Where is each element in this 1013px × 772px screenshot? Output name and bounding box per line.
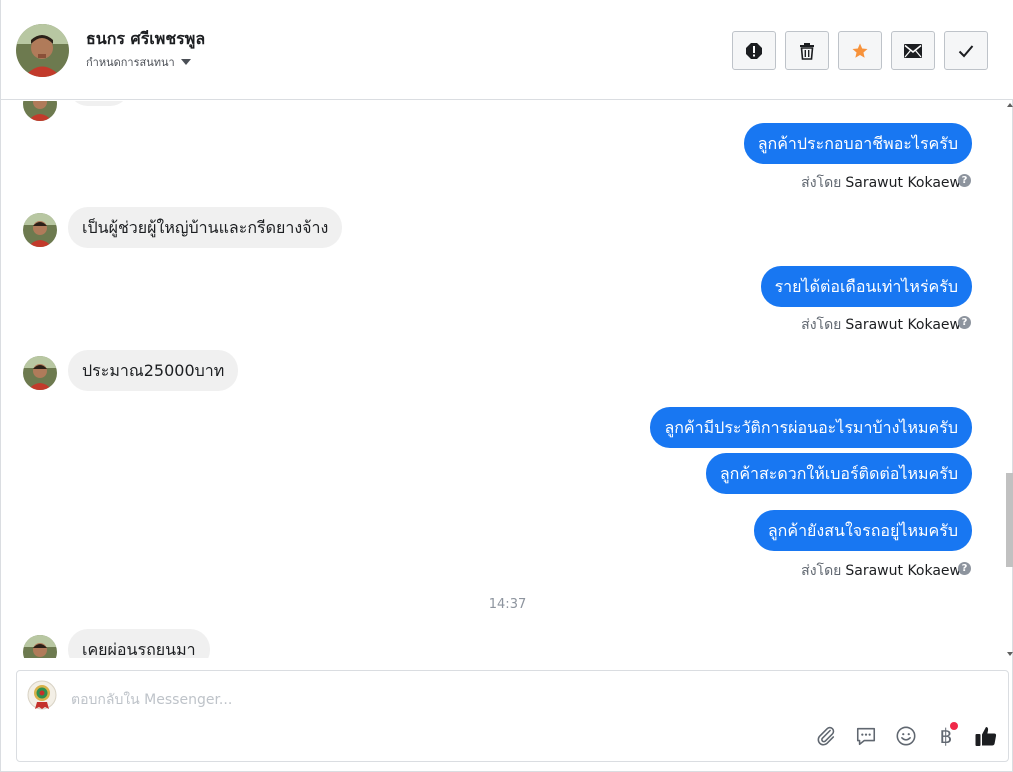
message-thread: ลูกค้าประกอบอาชีพอะไรครับ ส่งโดย Sarawut… [1, 101, 1004, 658]
emoji-icon [896, 726, 916, 746]
alert-icon [746, 42, 762, 59]
sender-name: Sarawut Kokaew [845, 317, 961, 333]
scrollbar-thumb[interactable] [1006, 473, 1013, 567]
star-icon [852, 43, 868, 58]
sent-by-prefix: ส่งโดย [801, 317, 842, 333]
help-icon[interactable]: ? [958, 174, 971, 187]
emoji-button[interactable] [894, 724, 918, 748]
scroll-up-arrow[interactable] [1007, 103, 1013, 107]
assign-label: กำหนดการสนทนา [86, 56, 175, 69]
trash-icon [800, 42, 814, 60]
sent-by-label: ส่งโดย Sarawut Kokaew [801, 560, 961, 582]
contact-message-avatar [23, 356, 57, 390]
contact-message-avatar [23, 213, 57, 247]
paperclip-icon [817, 726, 835, 746]
incoming-message-bubble [68, 101, 130, 106]
sent-by-label: ส่งโดย Sarawut Kokaew [801, 314, 961, 336]
mark-unread-button[interactable] [891, 31, 935, 70]
incoming-message-bubble: เคยผ่อนรถยนมา [68, 629, 210, 658]
check-icon [958, 44, 974, 57]
payment-button[interactable]: ฿ [934, 722, 958, 748]
assign-conversation-dropdown[interactable]: กำหนดการสนทนา [86, 53, 191, 71]
contact-avatar[interactable] [16, 24, 69, 77]
saved-replies-button[interactable] [854, 724, 878, 748]
incoming-message-bubble: เป็นผู้ช่วยผู้ใหญ่บ้านและกรีดยางจ้าง [68, 207, 343, 248]
like-button[interactable] [974, 724, 998, 748]
like-icon [975, 727, 997, 746]
scroll-down-arrow[interactable] [1007, 652, 1013, 656]
saved-reply-icon [856, 727, 876, 746]
chevron-down-icon [180, 59, 191, 65]
sender-name: Sarawut Kokaew [845, 175, 961, 191]
help-icon[interactable]: ? [958, 316, 971, 329]
composer-toolbar: ฿ [814, 722, 998, 748]
outgoing-message-bubble: ลูกค้าสะดวกให้เบอร์ติดต่อไหมครับ [705, 453, 972, 494]
timestamp-separator: 14:37 [488, 597, 527, 612]
outgoing-message-bubble: ลูกค้ายังสนใจรถอยู่ไหมครับ [753, 510, 972, 551]
outgoing-message-bubble: ลูกค้าประกอบอาชีพอะไรครับ [743, 123, 972, 164]
contact-message-avatar [23, 635, 57, 658]
conversation-header: ธนกร ศรีเพชรพูล กำหนดการสนทนา [1, 0, 1013, 100]
notification-dot [950, 722, 958, 730]
attach-button[interactable] [814, 724, 838, 748]
incoming-message-bubble: ประมาณ25000บาท [68, 350, 239, 391]
delete-button[interactable] [785, 31, 829, 70]
page-avatar [27, 680, 57, 710]
outgoing-message-bubble: รายได้ต่อเดือนเท่าไหร่ครับ [760, 266, 972, 307]
reply-composer[interactable]: ตอบกลับใน Messenger... ฿ [16, 670, 1009, 762]
mark-done-button[interactable] [944, 31, 988, 70]
sent-by-prefix: ส่งโดย [801, 175, 842, 191]
inbox-conversation-window: ธนกร ศรีเพชรพูล กำหนดการสนทนา ลูกค้าประก… [0, 0, 1013, 772]
help-icon[interactable]: ? [958, 562, 971, 575]
sent-by-label: ส่งโดย Sarawut Kokaew [801, 172, 961, 194]
reply-input[interactable]: ตอบกลับใน Messenger... [71, 689, 232, 711]
outgoing-message-bubble: ลูกค้ามีประวัติการผ่อนอะไรมาบ้างไหมครับ [650, 407, 972, 448]
sent-by-prefix: ส่งโดย [801, 563, 842, 579]
contact-message-avatar [23, 101, 57, 121]
star-button[interactable] [838, 31, 882, 70]
thread-scrollbar[interactable] [1004, 101, 1013, 658]
sender-name: Sarawut Kokaew [845, 563, 961, 579]
contact-name: ธนกร ศรีเพชรพูล [86, 29, 206, 48]
spam-button[interactable] [732, 31, 776, 70]
header-actions [732, 31, 988, 70]
envelope-icon [904, 43, 922, 58]
